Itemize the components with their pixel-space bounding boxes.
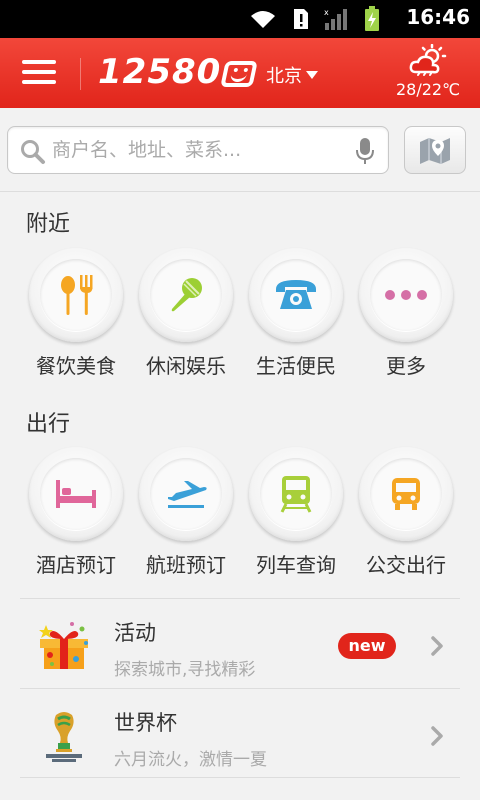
wifi-icon: [251, 11, 275, 28]
logo-smile-icon: [220, 60, 259, 87]
weather-widget[interactable]: 28/22℃: [388, 44, 468, 106]
list-item-subtitle: 探索城市,寻找精彩: [114, 660, 256, 680]
tile-flight[interactable]: 航班预订: [138, 447, 234, 578]
travel-section-title: 出行: [26, 412, 71, 437]
signal-icon: x: [324, 8, 347, 30]
map-pin-icon: [420, 138, 450, 164]
dining-icon: [61, 275, 93, 315]
new-badge: new: [338, 633, 396, 659]
tile-label: 酒店预订: [36, 553, 116, 577]
status-bar: x 16:46: [0, 0, 480, 38]
logo-text: 12580: [98, 52, 222, 92]
tile-label: 休闲娱乐: [146, 354, 226, 378]
world-cup-trophy-icon: [46, 712, 82, 762]
search-icon: [21, 140, 45, 164]
tile-dining[interactable]: 餐饮美食: [28, 248, 124, 379]
tile-label: 更多: [386, 354, 426, 378]
list-item-world-cup[interactable]: 世界杯 六月流火，激情一夏: [20, 688, 460, 778]
list-item-title: 活动: [114, 621, 156, 645]
feature-list: 活动 探索城市,寻找精彩 new 世界杯 六月流火，激情一夏: [20, 598, 460, 778]
svg-text:x: x: [324, 8, 329, 17]
bed-icon: [56, 480, 96, 508]
app-logo: 12580: [98, 52, 259, 92]
list-item-subtitle: 六月流火，激情一夏: [114, 750, 267, 770]
list-item-activity[interactable]: 活动 探索城市,寻找精彩 new: [20, 598, 460, 688]
gift-box-icon: [39, 622, 88, 669]
map-button[interactable]: [404, 126, 466, 174]
menu-icon[interactable]: [22, 60, 56, 88]
tile-label: 公交出行: [366, 553, 446, 577]
search-area: [0, 108, 480, 192]
train-icon: [280, 476, 312, 513]
tile-label: 航班预订: [146, 553, 226, 577]
tile-life-services[interactable]: 生活便民: [248, 248, 344, 379]
list-item-title: 世界杯: [114, 711, 177, 735]
travel-grid: 酒店预订 航班预订 列车查询 公交出行: [0, 447, 480, 577]
tile-train[interactable]: 列车查询: [248, 447, 344, 578]
tile-label: 生活便民: [256, 354, 336, 378]
city-selector[interactable]: 北京: [266, 62, 318, 88]
caret-down-icon: [306, 71, 318, 79]
clock: 16:46: [406, 5, 470, 29]
temperature-text: 28/22℃: [395, 80, 461, 99]
bus-icon: [392, 478, 420, 510]
tile-leisure[interactable]: 休闲娱乐: [138, 248, 234, 379]
airplane-icon: [168, 481, 207, 508]
more-dots-icon: [385, 290, 427, 300]
nearby-grid: 餐饮美食 休闲娱乐 生活便民 更多: [0, 248, 480, 378]
search-input[interactable]: [52, 135, 342, 165]
microphone-icon[interactable]: [356, 137, 374, 165]
tile-label: 餐饮美食: [36, 354, 116, 378]
microphone-icon: [171, 278, 202, 312]
header-divider: [80, 58, 81, 90]
tile-more[interactable]: 更多: [358, 248, 454, 379]
sim-alert-icon: [294, 9, 308, 29]
partly-cloudy-icon: [409, 44, 447, 76]
tile-bus[interactable]: 公交出行: [358, 447, 454, 578]
app-header: 12580 北京 28/22℃: [0, 38, 480, 108]
city-label: 北京: [266, 66, 302, 87]
nearby-section-title: 附近: [26, 212, 71, 237]
telephone-icon: [276, 280, 316, 309]
chevron-right-icon: [431, 636, 443, 656]
battery-charging-icon: [365, 6, 379, 31]
chevron-right-icon: [431, 726, 443, 746]
search-box[interactable]: [7, 126, 389, 174]
tile-label: 列车查询: [256, 553, 336, 577]
tile-hotel[interactable]: 酒店预订: [28, 447, 124, 578]
